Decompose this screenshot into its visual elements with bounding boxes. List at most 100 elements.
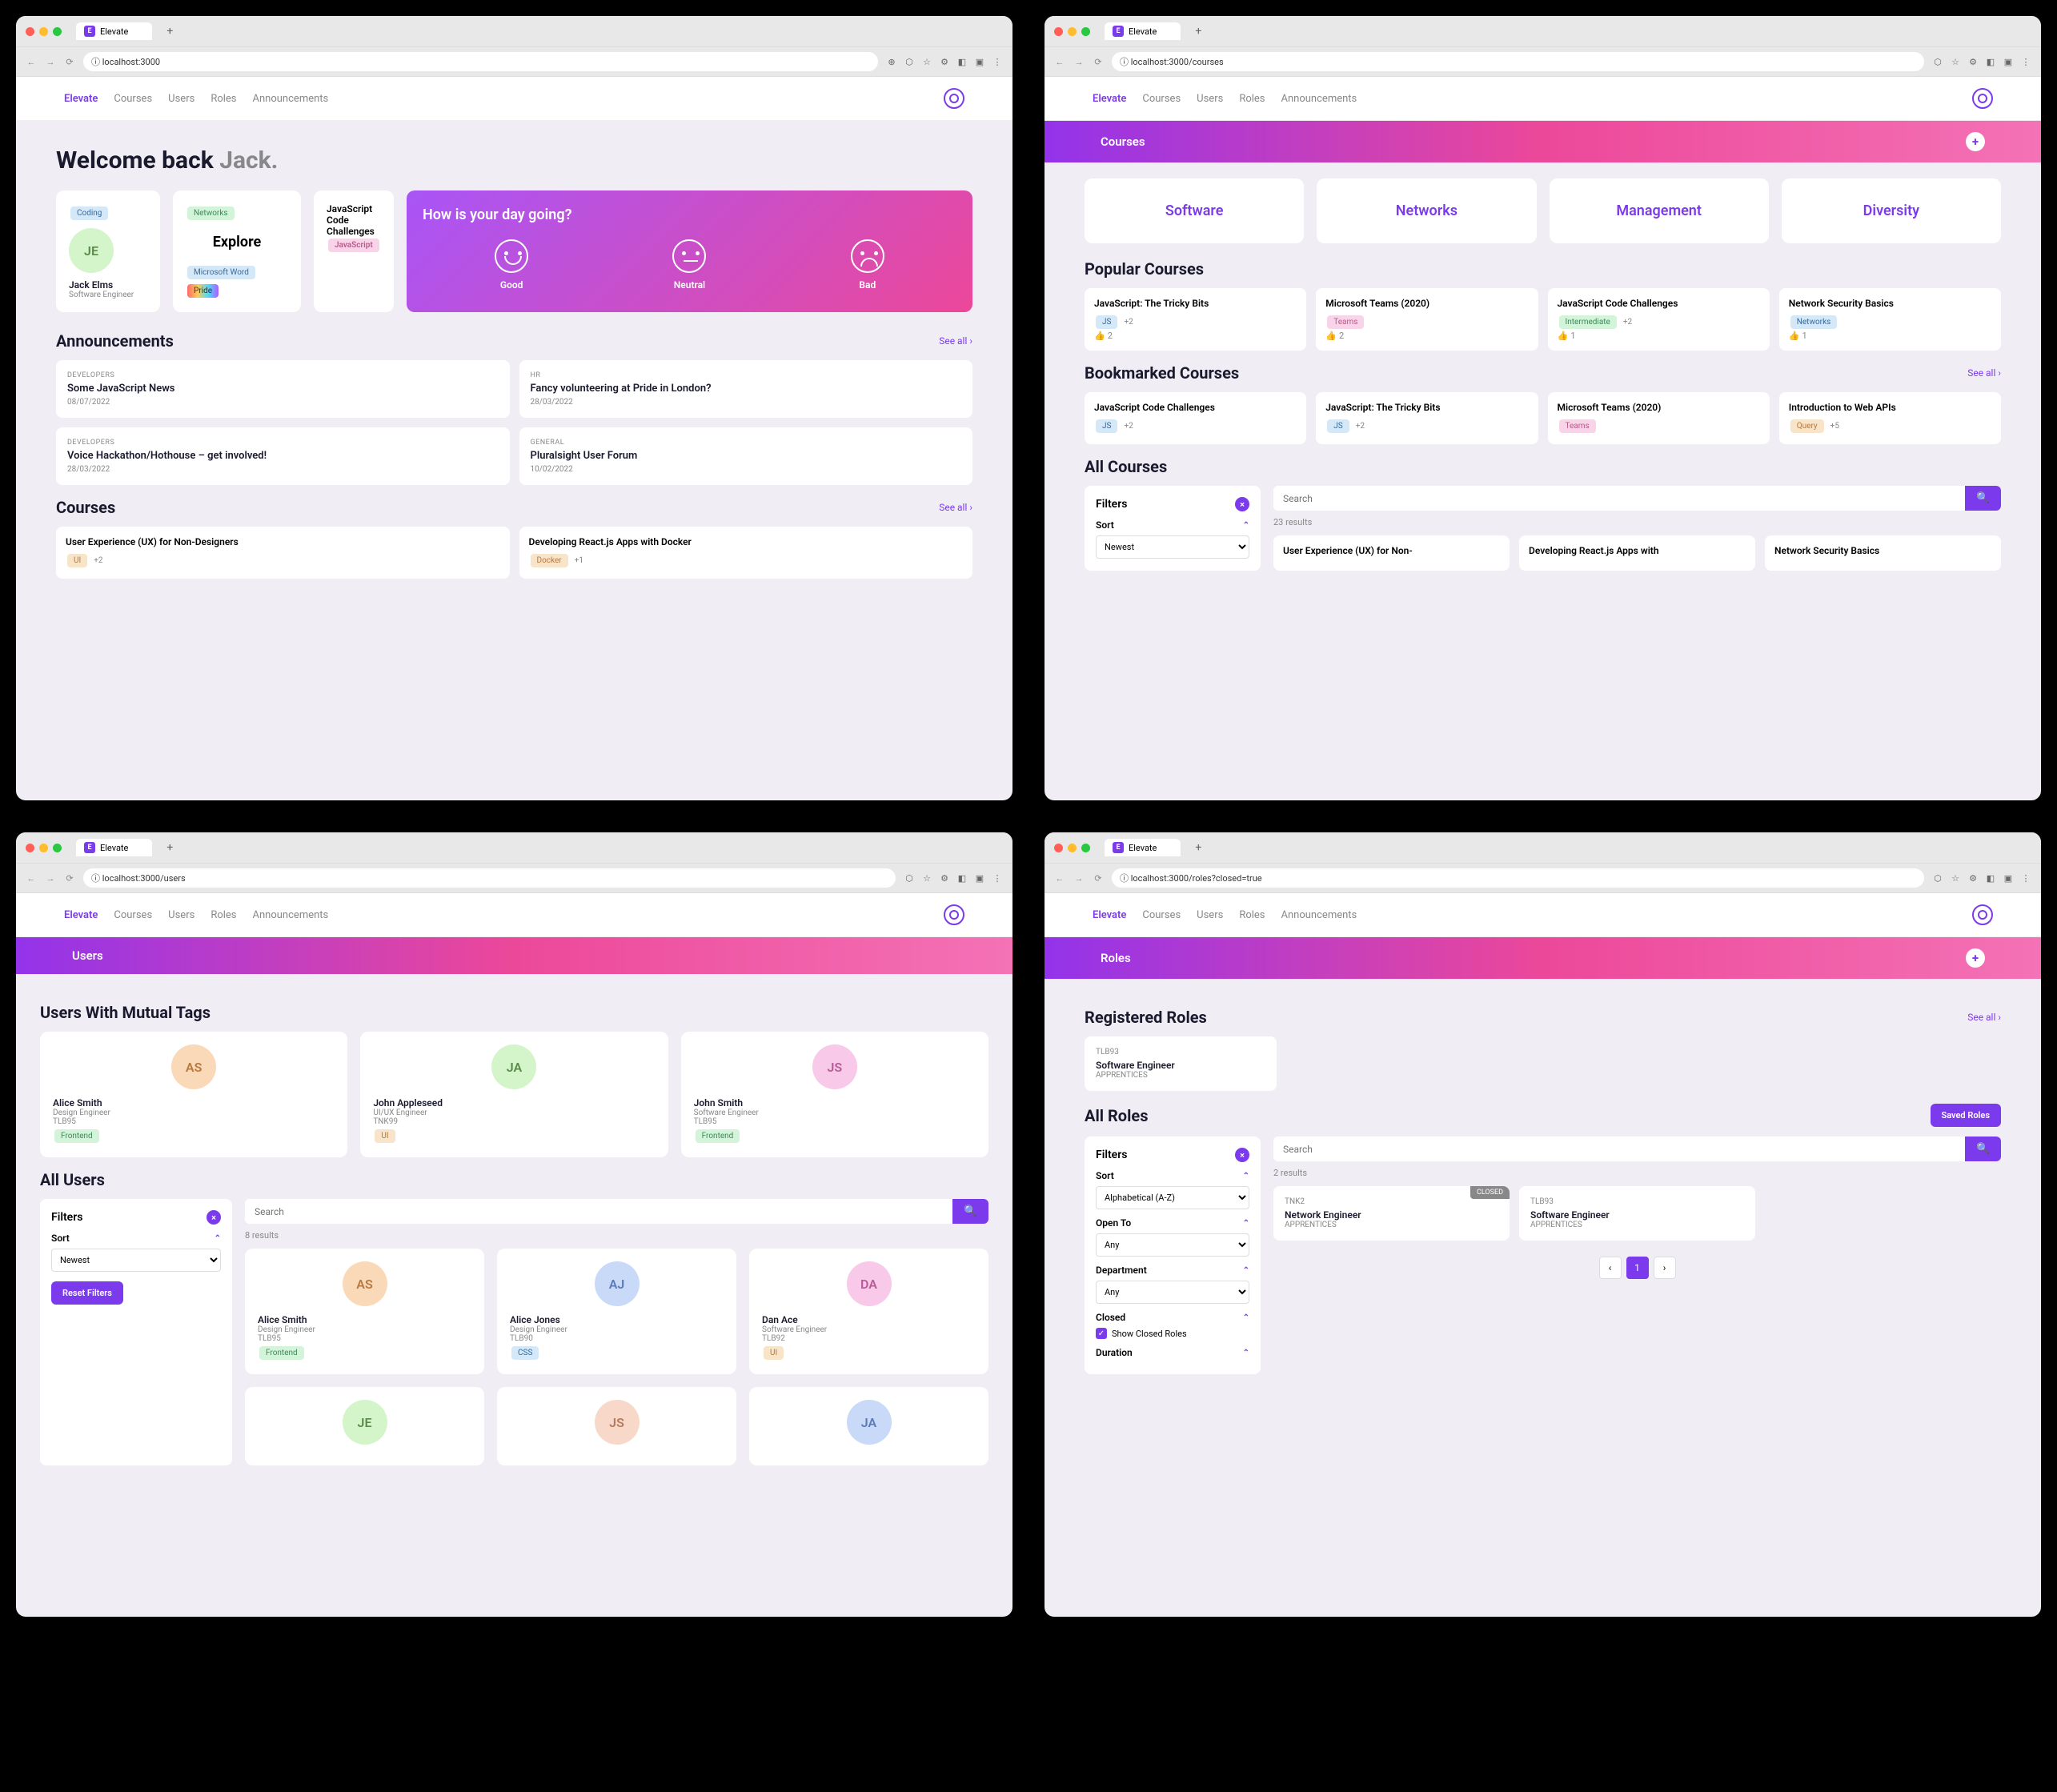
page-1-button[interactable]: 1 [1626, 1257, 1649, 1279]
browser-tab[interactable]: EElevate [76, 22, 152, 40]
user-card[interactable]: JAJohn AppleseedUI/UX EngineerTNK99UI [360, 1032, 668, 1157]
nav-users[interactable]: Users [1197, 93, 1223, 105]
chevron-up-icon[interactable]: ⌃ [1243, 521, 1249, 530]
saved-roles-button[interactable]: Saved Roles [1931, 1104, 2001, 1127]
course-card[interactable]: Microsoft Teams (2020)Teams [1548, 392, 1770, 444]
nav-roles[interactable]: Roles [211, 909, 236, 921]
nav-elevate[interactable]: Elevate [1093, 93, 1126, 105]
profile-icon[interactable] [944, 904, 964, 925]
back-button[interactable]: ← [1054, 873, 1065, 884]
role-card[interactable]: CLOSEDTNK2Network EngineerAPPRENTICES [1273, 1186, 1510, 1241]
announcement-card[interactable]: DEVELOPERSVoice Hackathon/Hothouse – get… [56, 427, 510, 485]
see-all-link[interactable]: See all › [1967, 1012, 2001, 1023]
search-input[interactable] [1273, 486, 1965, 511]
browser-tab[interactable]: EElevate [76, 839, 152, 856]
course-card[interactable]: Network Security Basics [1765, 535, 2001, 571]
nav-roles[interactable]: Roles [1239, 909, 1265, 921]
url-field[interactable]: ⓘ localhost:3000 [83, 52, 878, 71]
nav-roles[interactable]: Roles [1239, 93, 1265, 105]
traffic-lights[interactable] [1054, 844, 1090, 852]
category-card[interactable]: Software [1085, 178, 1304, 243]
extension-icons[interactable]: ⬡☆⚙◧▣⋮ [1932, 57, 2031, 67]
search-input[interactable] [1273, 1137, 1965, 1161]
sort-select[interactable]: Newest [1096, 535, 1249, 559]
forward-button[interactable]: → [1073, 873, 1085, 884]
new-tab-button[interactable]: + [1192, 25, 1205, 38]
user-card[interactable]: JSJohn SmithSoftware EngineerTLB95Fronte… [681, 1032, 988, 1157]
browser-tab[interactable]: EElevate [1105, 839, 1181, 856]
next-page-button[interactable]: › [1654, 1257, 1676, 1279]
chevron-up-icon[interactable]: ⌃ [1243, 1313, 1249, 1322]
chevron-up-icon[interactable]: ⌃ [1243, 1172, 1249, 1181]
js-challenge-card[interactable]: JavaScript Code Challenges JavaScript [314, 190, 394, 312]
nav-announcements[interactable]: Announcements [253, 909, 329, 921]
mood-bad[interactable]: Bad [851, 239, 884, 291]
traffic-lights[interactable] [1054, 27, 1090, 36]
course-card[interactable]: JavaScript Code ChallengesJS+2 [1085, 392, 1306, 444]
close-filters-button[interactable]: × [207, 1210, 221, 1225]
nav-elevate[interactable]: Elevate [64, 93, 98, 105]
course-card[interactable]: JavaScript: The Tricky BitsJS+22 [1085, 288, 1306, 351]
nav-announcements[interactable]: Announcements [253, 93, 329, 105]
profile-card[interactable]: Coding JE Jack Elms Software Engineer [56, 190, 160, 312]
reload-button[interactable]: ⟳ [1093, 57, 1104, 67]
search-button[interactable]: 🔍 [1965, 1137, 2001, 1161]
profile-icon[interactable] [1972, 904, 1993, 925]
user-card[interactable]: DADan AceSoftware EngineerTLB92UI [749, 1249, 988, 1374]
extension-icons[interactable]: ⬡☆⚙◧▣⋮ [904, 873, 1003, 884]
course-card[interactable]: User Experience (UX) for Non- [1273, 535, 1510, 571]
nav-users[interactable]: Users [168, 93, 194, 105]
sort-select[interactable]: Alphabetical (A-Z) [1096, 1186, 1249, 1209]
reset-filters-button[interactable]: Reset Filters [51, 1281, 123, 1305]
close-filters-button[interactable]: × [1235, 497, 1249, 511]
search-button[interactable]: 🔍 [1965, 486, 2001, 511]
course-card[interactable]: JavaScript Code ChallengesIntermediate+2… [1548, 288, 1770, 351]
traffic-lights[interactable] [26, 27, 62, 36]
nav-announcements[interactable]: Announcements [1281, 93, 1357, 105]
department-select[interactable]: Any [1096, 1281, 1249, 1304]
nav-elevate[interactable]: Elevate [64, 909, 98, 921]
new-tab-button[interactable]: + [163, 841, 176, 854]
back-button[interactable]: ← [26, 873, 37, 884]
course-card[interactable]: User Experience (UX) for Non-DesignersUI… [56, 527, 510, 579]
show-closed-checkbox[interactable]: ✓Show Closed Roles [1096, 1328, 1249, 1339]
nav-courses[interactable]: Courses [114, 909, 152, 921]
close-filters-button[interactable]: × [1235, 1148, 1249, 1162]
see-all-link[interactable]: See all › [1967, 367, 2001, 379]
reload-button[interactable]: ⟳ [1093, 873, 1104, 884]
nav-users[interactable]: Users [1197, 909, 1223, 921]
add-button[interactable]: + [1966, 132, 1985, 151]
chevron-up-icon[interactable]: ⌃ [1243, 1266, 1249, 1275]
back-button[interactable]: ← [1054, 57, 1065, 67]
profile-icon[interactable] [1972, 88, 1993, 109]
prev-page-button[interactable]: ‹ [1599, 1257, 1622, 1279]
extension-icons[interactable]: ⬡☆⚙◧▣⋮ [1932, 873, 2031, 884]
chevron-up-icon[interactable]: ⌃ [1243, 1349, 1249, 1357]
course-card[interactable]: Developing React.js Apps with [1519, 535, 1755, 571]
course-card[interactable]: Microsoft Teams (2020)Teams2 [1316, 288, 1538, 351]
url-field[interactable]: ⓘ localhost:3000/users [83, 868, 896, 888]
course-card[interactable]: JavaScript: The Tricky BitsJS+2 [1316, 392, 1538, 444]
back-button[interactable]: ← [26, 57, 37, 67]
see-all-link[interactable]: See all › [939, 335, 972, 347]
user-card[interactable]: JE [245, 1387, 484, 1465]
add-button[interactable]: + [1966, 948, 1985, 968]
chevron-up-icon[interactable]: ⌃ [1243, 1219, 1249, 1228]
course-card[interactable]: Developing React.js Apps with DockerDock… [519, 527, 973, 579]
nav-users[interactable]: Users [168, 909, 194, 921]
user-card[interactable]: AJAlice JonesDesign EngineerTLB90CSS [497, 1249, 736, 1374]
user-card[interactable]: ASAlice SmithDesign EngineerTLB95Fronten… [245, 1249, 484, 1374]
url-field[interactable]: ⓘ localhost:3000/roles?closed=true [1112, 868, 1924, 888]
nav-courses[interactable]: Courses [1142, 909, 1181, 921]
search-input[interactable] [245, 1199, 952, 1224]
category-card[interactable]: Diversity [1782, 178, 2001, 243]
announcement-card[interactable]: HRFancy volunteering at Pride in London?… [519, 360, 973, 418]
forward-button[interactable]: → [1073, 57, 1085, 67]
explore-card[interactable]: Networks Explore Microsoft Word Pride [173, 190, 301, 312]
nav-courses[interactable]: Courses [1142, 93, 1181, 105]
chevron-up-icon[interactable]: ⌃ [215, 1234, 221, 1243]
announcement-card[interactable]: DEVELOPERSSome JavaScript News08/07/2022 [56, 360, 510, 418]
user-card[interactable]: JS [497, 1387, 736, 1465]
user-card[interactable]: JA [749, 1387, 988, 1465]
nav-announcements[interactable]: Announcements [1281, 909, 1357, 921]
